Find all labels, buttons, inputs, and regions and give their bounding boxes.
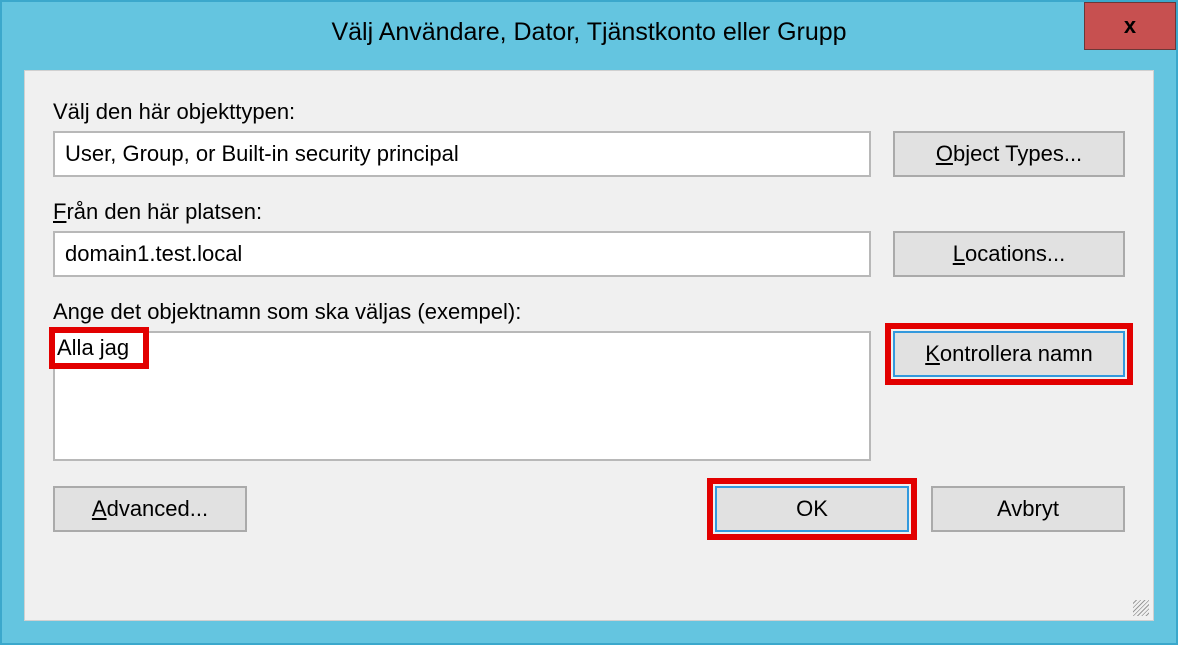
check-names-button[interactable]: Kontrollera namn	[893, 331, 1125, 377]
location-row: Från den här platsen: domain1.test.local…	[53, 199, 1125, 277]
object-name-row: Ange det objektnamn som ska väljas (exem…	[53, 299, 1125, 466]
object-name-label: Ange det objektnamn som ska väljas (exem…	[53, 299, 871, 325]
bottom-row: Advanced... OK Avbryt	[53, 486, 1125, 532]
window-title: Välj Användare, Dator, Tjänstkonto eller…	[331, 18, 846, 47]
close-button[interactable]: x	[1084, 2, 1176, 50]
locations-button[interactable]: Locations...	[893, 231, 1125, 277]
resize-grip-icon[interactable]	[1133, 600, 1149, 616]
dialog-window: Välj Användare, Dator, Tjänstkonto eller…	[0, 0, 1178, 645]
location-field: domain1.test.local	[53, 231, 871, 277]
object-type-label: Välj den här objekttypen:	[53, 99, 871, 125]
location-label: Från den här platsen:	[53, 199, 871, 225]
object-type-field: User, Group, or Built-in security princi…	[53, 131, 871, 177]
advanced-button[interactable]: Advanced...	[53, 486, 247, 532]
object-types-button[interactable]: Object Types...	[893, 131, 1125, 177]
object-name-input[interactable]	[53, 331, 871, 461]
cancel-button[interactable]: Avbryt	[931, 486, 1125, 532]
object-type-row: Välj den här objekttypen: User, Group, o…	[53, 99, 1125, 177]
ok-button[interactable]: OK	[715, 486, 909, 532]
close-icon: x	[1124, 13, 1136, 39]
dialog-body: Välj den här objekttypen: User, Group, o…	[24, 70, 1154, 621]
titlebar: Välj Användare, Dator, Tjänstkonto eller…	[2, 2, 1176, 62]
